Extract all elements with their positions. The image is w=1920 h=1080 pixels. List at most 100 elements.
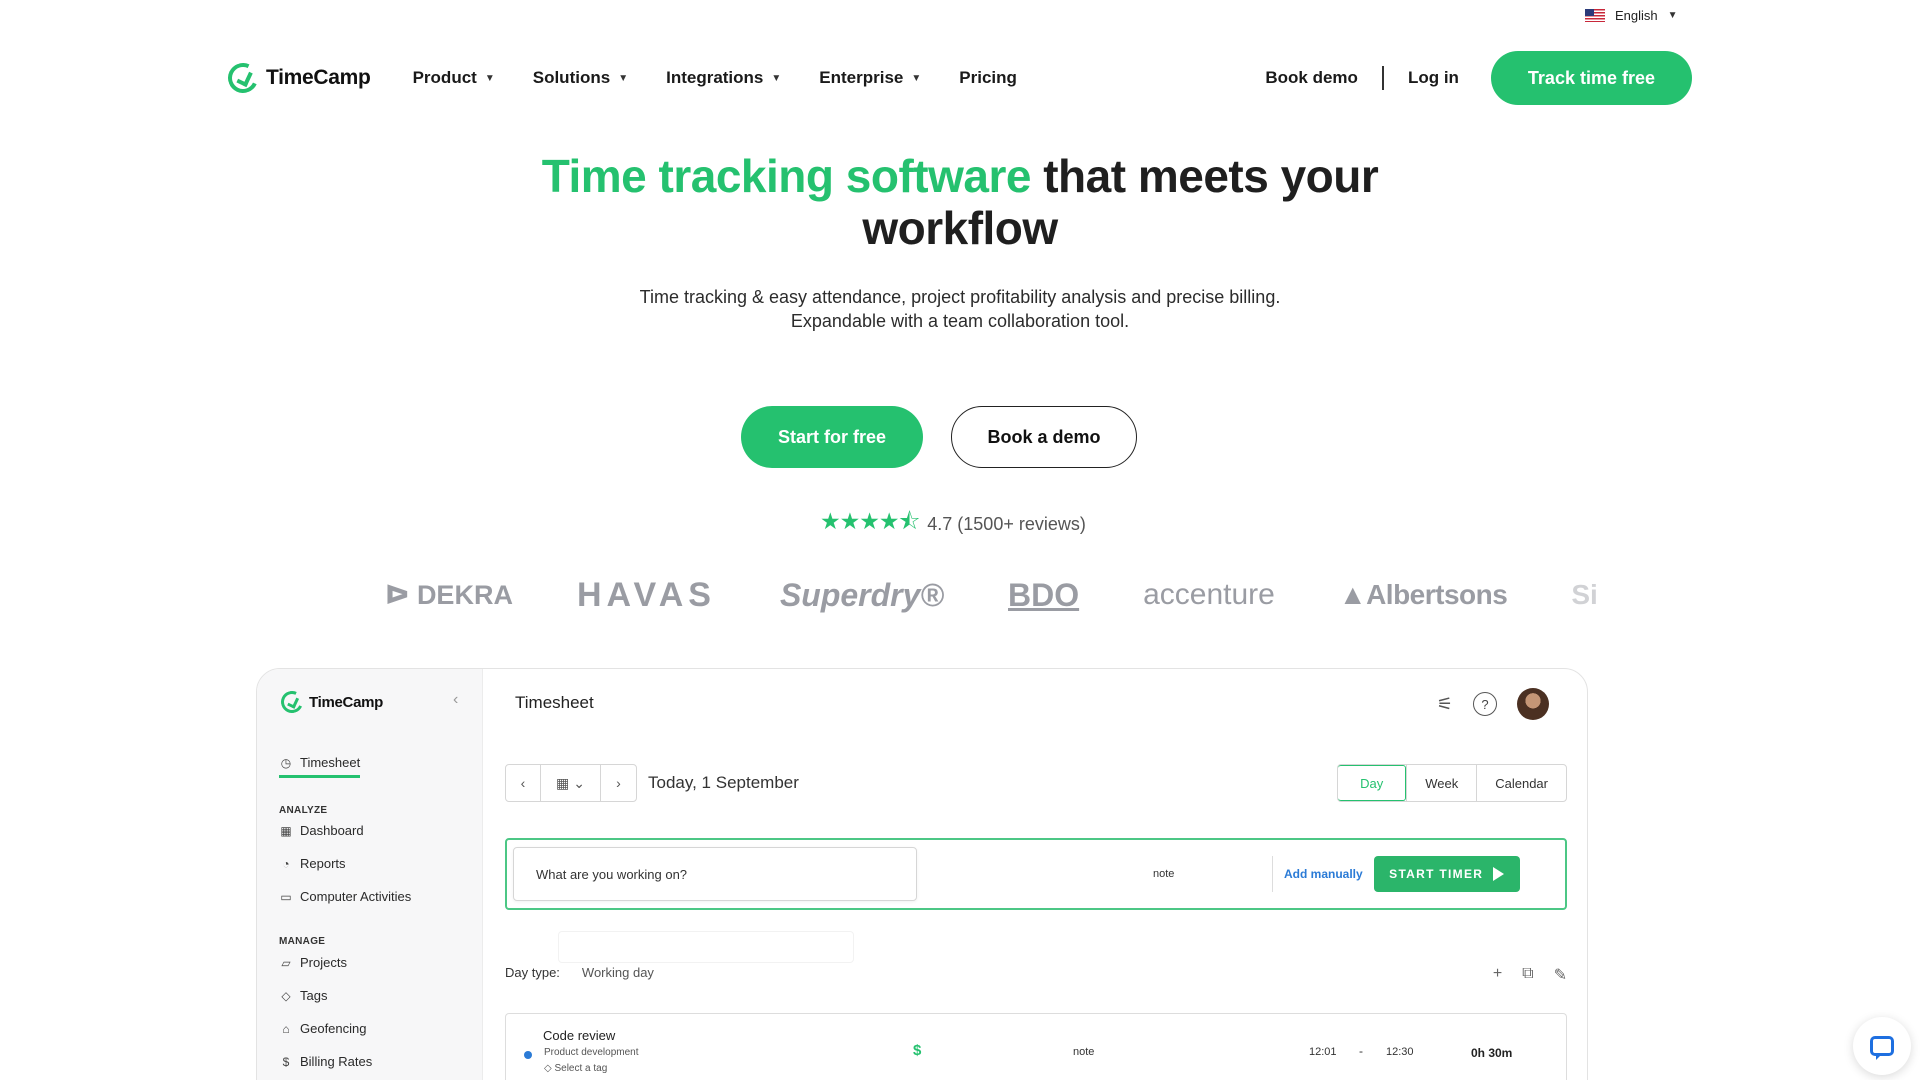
tab-day[interactable]: Day bbox=[1338, 765, 1407, 801]
chevron-down-icon: ⌄ bbox=[573, 774, 585, 791]
partial-logo: Si bbox=[1571, 579, 1598, 610]
edit-icon[interactable]: ✎ bbox=[1554, 965, 1567, 985]
hero-subtitle: Time tracking & easy attendance, project… bbox=[639, 287, 1281, 331]
clock-icon: ◷ bbox=[280, 755, 292, 770]
chat-widget-button[interactable] bbox=[1853, 1017, 1911, 1075]
sidebar-item-tags[interactable]: ◇ Tags bbox=[279, 988, 327, 1003]
albertsons-logo: ▲Albertsons bbox=[1338, 579, 1508, 610]
sidebar-item-timesheet[interactable]: ◷ Timesheet bbox=[279, 755, 361, 778]
page-title: Timesheet bbox=[515, 693, 594, 712]
dekra-logo: ᐅ DEKRA bbox=[385, 579, 513, 610]
laptop-icon: ▭ bbox=[280, 889, 292, 904]
timecamp-logo[interactable]: TimeCamp bbox=[223, 58, 371, 98]
plus-icon[interactable]: + bbox=[1493, 965, 1502, 985]
note-field[interactable]: note bbox=[1153, 868, 1243, 880]
language-selector[interactable]: English ▼ bbox=[1585, 8, 1678, 23]
caret-down-icon: ▼ bbox=[911, 72, 922, 84]
superdry-logo: Superdry® bbox=[779, 576, 944, 613]
entry-end-time[interactable]: 12:30 bbox=[1386, 1046, 1414, 1058]
sidebar-heading-manage: MANAGE bbox=[279, 936, 326, 947]
day-type-value[interactable]: Working day bbox=[582, 965, 654, 980]
current-date: Today, 1 September bbox=[648, 773, 799, 792]
time-entry[interactable]: Code review Product development ◇ Select… bbox=[505, 1013, 1567, 1080]
plugin-icon[interactable]: ⚟ bbox=[1437, 694, 1453, 715]
building-icon: ⌂ bbox=[282, 1021, 290, 1036]
day-type: Day type: Working day bbox=[505, 965, 654, 980]
star-rating-icon: ★★★★⯪ bbox=[820, 508, 920, 534]
logo-text: TimeCamp bbox=[266, 66, 371, 89]
dollar-icon: $ bbox=[282, 1054, 290, 1069]
start-for-free-button[interactable]: Start for free bbox=[741, 406, 923, 468]
havas-logo: HAVAS bbox=[576, 575, 716, 614]
customer-logos: ᐅ DEKRA HAVAS Superdry® BDO accenture ▲A… bbox=[385, 570, 1600, 620]
play-icon bbox=[1493, 867, 1505, 881]
tab-calendar[interactable]: Calendar bbox=[1476, 765, 1566, 801]
rating-text: 4.7 (1500+ reviews) bbox=[927, 514, 1086, 534]
tag-icon: ◇ bbox=[281, 988, 291, 1003]
sidebar-item-geofencing[interactable]: ⌂ Geofencing bbox=[279, 1021, 366, 1036]
tab-week[interactable]: Week bbox=[1406, 765, 1476, 801]
help-icon[interactable]: ? bbox=[1473, 692, 1497, 716]
entry-duration: 0h 30m bbox=[1471, 1046, 1513, 1060]
pie-chart-icon: ◔ bbox=[282, 856, 290, 871]
sidebar-item-reports[interactable]: ◔ Reports bbox=[279, 856, 345, 871]
add-manually-link[interactable]: Add manually bbox=[1284, 867, 1363, 881]
start-timer-button[interactable]: START TIMER bbox=[1373, 856, 1520, 892]
book-demo-link[interactable]: Book demo bbox=[1265, 68, 1358, 88]
hero-title-highlight: Time tracking software bbox=[541, 150, 1032, 202]
accenture-logo: accenture bbox=[1143, 578, 1275, 611]
calendar-icon: ▦ bbox=[556, 774, 570, 791]
project-color-dot bbox=[524, 1051, 532, 1059]
sidebar-item-dashboard[interactable]: ▦ Dashboard bbox=[279, 823, 363, 838]
caret-down-icon: ▼ bbox=[618, 72, 629, 84]
nav-divider bbox=[1381, 66, 1384, 90]
caret-down-icon: ▼ bbox=[1667, 10, 1678, 21]
menu-enterprise[interactable]: Enterprise ▼ bbox=[819, 68, 921, 88]
top-nav: TimeCamp Product ▼ Solutions ▼ Integration… bbox=[223, 51, 1692, 105]
folder-icon: ▱ bbox=[281, 955, 291, 970]
task-input[interactable]: What are you working on? bbox=[513, 847, 917, 901]
billable-icon[interactable]: $ bbox=[913, 1042, 921, 1059]
view-switch: Day Week Calendar bbox=[1337, 764, 1567, 802]
us-flag-icon bbox=[1585, 9, 1605, 22]
entry-actions: + ⧉ ✎ bbox=[1493, 965, 1567, 985]
menu-product[interactable]: Product ▼ bbox=[413, 68, 495, 88]
timer-bar: What are you working on? note Add manual… bbox=[505, 838, 1567, 910]
calendar-dropdown[interactable]: ▦ ⌄ bbox=[541, 765, 601, 801]
timer-divider bbox=[1272, 856, 1273, 892]
ghost-dropdown bbox=[558, 931, 854, 963]
sidebar-item-billing-rates[interactable]: $ Billing Rates bbox=[279, 1054, 373, 1069]
entry-start-time[interactable]: 12:01 bbox=[1309, 1046, 1337, 1058]
hero-title: Time tracking software that meets your w… bbox=[460, 150, 1460, 254]
main-menu: Product ▼ Solutions ▼ Integrations ▼ Enterp… bbox=[413, 68, 1017, 88]
menu-pricing[interactable]: Pricing bbox=[959, 68, 1017, 88]
copy-icon[interactable]: ⧉ bbox=[1522, 965, 1533, 985]
sidebar-item-computer-activities[interactable]: ▭ Computer Activities bbox=[279, 889, 411, 904]
chevron-left-icon[interactable]: ‹ bbox=[453, 691, 458, 709]
nav-actions: Book demo Log in Track time free bbox=[1265, 51, 1692, 105]
caret-down-icon: ▼ bbox=[484, 72, 495, 84]
entry-tag[interactable]: ◇ Select a tag bbox=[544, 1063, 607, 1074]
app-top-icons: ⚟ ? bbox=[1437, 688, 1549, 720]
rating: ★★★★⯪ 4.7 (1500+ reviews) bbox=[820, 505, 1086, 544]
menu-solutions[interactable]: Solutions ▼ bbox=[533, 68, 628, 88]
entry-note[interactable]: note bbox=[1073, 1046, 1094, 1058]
date-controls: ‹ ▦ ⌄ › bbox=[505, 764, 637, 802]
hero-cta: Start for free Book a demo bbox=[0, 406, 1920, 468]
bdo-logo: BDO bbox=[1008, 576, 1080, 613]
entry-project[interactable]: Product development bbox=[544, 1047, 639, 1058]
avatar[interactable] bbox=[1517, 688, 1549, 720]
chevron-left-icon[interactable]: ‹ bbox=[506, 765, 541, 801]
book-a-demo-button[interactable]: Book a demo bbox=[951, 406, 1137, 468]
track-time-free-button[interactable]: Track time free bbox=[1490, 51, 1692, 105]
sidebar-heading-analyze: ANALYZE bbox=[279, 805, 328, 816]
menu-integrations[interactable]: Integrations ▼ bbox=[666, 68, 781, 88]
chat-icon bbox=[1870, 1036, 1894, 1060]
sidebar-item-projects[interactable]: ▱ Projects bbox=[279, 955, 347, 970]
chevron-right-icon[interactable]: › bbox=[601, 765, 636, 801]
entry-dash: - bbox=[1359, 1044, 1363, 1058]
grid-icon: ▦ bbox=[280, 823, 292, 838]
timecamp-logo-icon bbox=[223, 58, 263, 98]
login-link[interactable]: Log in bbox=[1408, 68, 1459, 88]
app-preview: TimeCamp ‹ ◷ Timesheet ANALYZE ▦ Dashboar… bbox=[256, 668, 1588, 1080]
